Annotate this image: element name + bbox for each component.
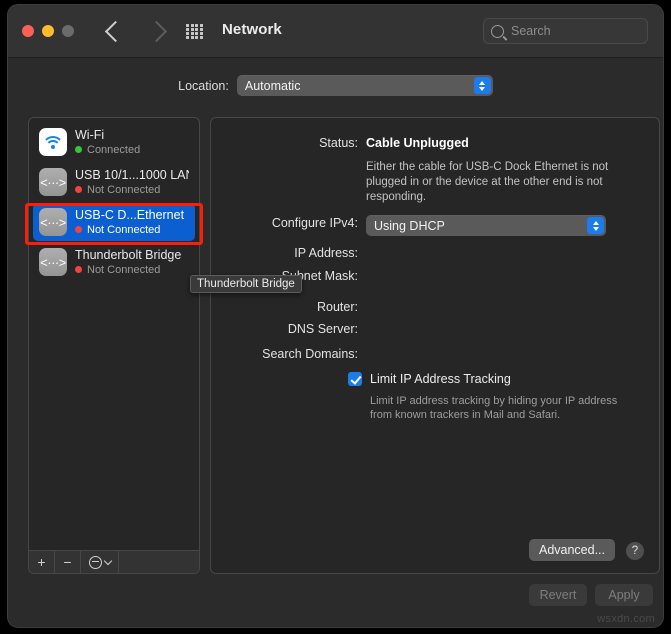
search-icon	[491, 24, 504, 38]
zoom-button[interactable]	[62, 25, 74, 37]
location-row: Location: Automatic	[8, 75, 663, 96]
revert-button[interactable]: Revert	[529, 584, 587, 606]
search-placeholder: Search	[511, 24, 551, 38]
limit-ip-tracking-checkbox[interactable]	[348, 372, 362, 386]
service-name: USB 10/1...1000 LAN	[75, 167, 189, 182]
configure-ipv4-label: Configure IPv4:	[271, 216, 358, 230]
chevron-updown-icon	[473, 77, 491, 94]
search-field[interactable]: Search	[483, 18, 648, 44]
action-menu-button[interactable]	[81, 551, 119, 573]
service-status-label: Not Connected	[87, 263, 161, 276]
status-led-icon	[75, 266, 82, 273]
ethernet-icon: <···>	[39, 208, 67, 236]
title-bar: Network Search	[8, 5, 663, 58]
status-row: Status: Cable Unplugged	[210, 135, 469, 151]
limit-ip-tracking-label: Limit IP Address Tracking	[370, 372, 511, 386]
dns-server-label: DNS Server:	[287, 322, 358, 336]
limit-ip-tracking-checkbox-row[interactable]: Limit IP Address Tracking	[348, 372, 511, 386]
service-list-body: Wi-Fi Connected <···> USB 10/1...1000 LA…	[29, 118, 199, 281]
close-button[interactable]	[22, 25, 34, 37]
list-item-usb-c-dock-ethernet[interactable]: <···> USB-C D...Ethernet Not Connected	[33, 203, 195, 241]
location-popup-button[interactable]: Automatic	[236, 75, 493, 96]
service-status-label: Not Connected	[87, 223, 161, 236]
tooltip: Thunderbolt Bridge	[190, 275, 302, 293]
chevron-down-icon	[103, 556, 112, 566]
configure-ipv4-popup-button[interactable]: Using DHCP	[366, 215, 606, 236]
navigation-buttons	[103, 18, 168, 44]
service-status: Not Connected	[75, 183, 189, 197]
ip-address-label: IP Address:	[294, 246, 358, 260]
list-item-thunderbolt-bridge[interactable]: <···> Thunderbolt Bridge Not Connected	[33, 243, 195, 281]
status-led-icon	[75, 146, 82, 153]
chevron-left-icon	[104, 20, 126, 42]
service-name: USB-C D...Ethernet	[75, 207, 185, 222]
service-status: Connected	[75, 143, 140, 157]
advanced-button[interactable]: Advanced...	[528, 539, 615, 561]
configure-ipv4-row: Configure IPv4: Using DHCP	[210, 215, 606, 236]
window-frame: Network Search Location: Automatic Wi-Fi…	[7, 4, 664, 628]
add-service-button[interactable]: +	[29, 551, 55, 573]
network-services-list[interactable]: Wi-Fi Connected <···> USB 10/1...1000 LA…	[28, 117, 200, 574]
location-label: Location:	[178, 78, 229, 93]
status-help-text: Either the cable for USB-C Dock Ethernet…	[366, 161, 609, 203]
service-name: Wi-Fi	[75, 127, 105, 142]
status-led-icon	[75, 186, 82, 193]
status-label: Status:	[319, 136, 358, 150]
back-button[interactable]	[103, 18, 127, 44]
list-item-wifi[interactable]: Wi-Fi Connected	[33, 123, 195, 161]
search-domains-label: Search Domains:	[262, 347, 358, 361]
list-item-usb-lan[interactable]: <···> USB 10/1...1000 LAN Not Connected	[33, 163, 195, 201]
status-value: Cable Unplugged	[366, 136, 469, 150]
toolbar-spacer	[119, 551, 199, 573]
service-list-toolbar: + −	[29, 550, 199, 573]
router-row: Router:	[210, 299, 366, 315]
minimize-button[interactable]	[42, 25, 54, 37]
service-name: Thunderbolt Bridge	[75, 247, 182, 262]
traffic-light-buttons	[22, 25, 74, 37]
chevron-right-icon	[145, 20, 167, 42]
dns-server-row: DNS Server:	[210, 321, 366, 337]
forward-button[interactable]	[144, 18, 168, 44]
configure-ipv4-value: Using DHCP	[374, 218, 445, 233]
service-status: Not Connected	[75, 263, 181, 277]
limit-ip-tracking-help-text: Limit IP address tracking by hiding your…	[370, 395, 618, 421]
page-title: Network	[222, 21, 282, 38]
wifi-icon	[39, 128, 67, 156]
action-menu-icon	[88, 555, 102, 569]
ip-address-row: IP Address:	[210, 245, 366, 261]
service-status-label: Not Connected	[87, 183, 161, 196]
status-led-icon	[75, 226, 82, 233]
ethernet-icon: <···>	[39, 168, 67, 196]
search-domains-row: Search Domains:	[210, 346, 366, 362]
service-status: Not Connected	[75, 223, 184, 237]
router-label: Router:	[317, 300, 358, 314]
ethernet-icon: <···>	[39, 248, 67, 276]
chevron-updown-icon	[587, 217, 604, 234]
location-value: Automatic	[244, 78, 301, 93]
apply-button[interactable]: Apply	[595, 584, 653, 606]
show-all-grid-icon[interactable]	[186, 24, 203, 39]
remove-service-button[interactable]: −	[55, 551, 81, 573]
help-button[interactable]: ?	[626, 542, 644, 560]
watermark: wsxdn.com	[597, 613, 655, 625]
network-preferences-window: Network Search Location: Automatic Wi-Fi…	[0, 0, 671, 634]
service-status-label: Connected	[87, 143, 141, 156]
